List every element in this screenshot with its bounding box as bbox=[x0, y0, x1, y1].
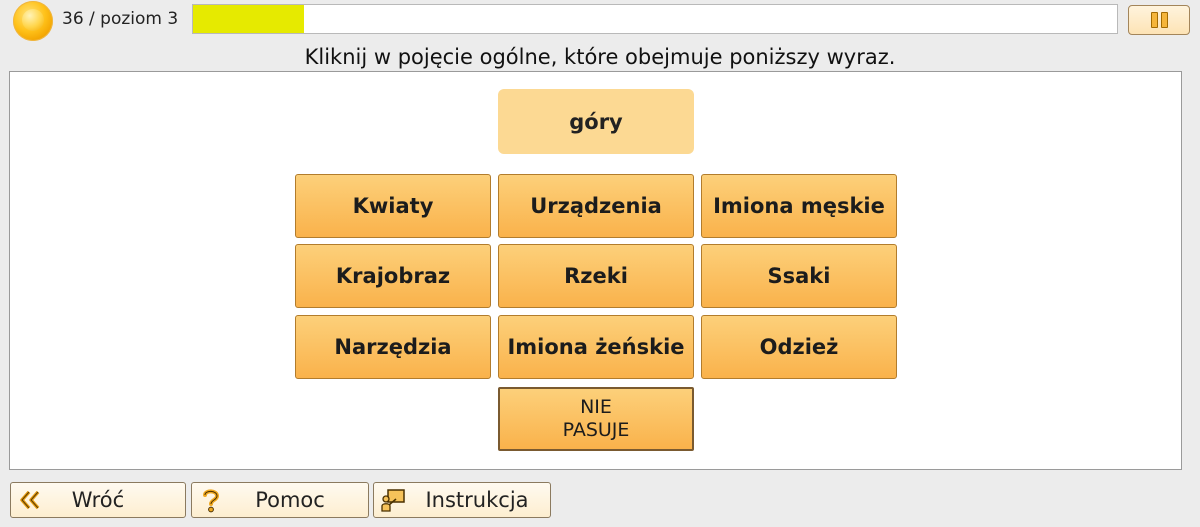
option-button-rzeki[interactable]: Rzeki bbox=[498, 244, 694, 308]
instructions-label: Instrukcja bbox=[425, 488, 529, 512]
target-word-card: góry bbox=[498, 89, 694, 154]
coin-icon bbox=[13, 1, 53, 41]
option-button-urzadzenia[interactable]: Urządzenia bbox=[498, 174, 694, 238]
score-level-label: 36 / poziom 3 bbox=[62, 9, 179, 29]
help-button[interactable]: Pomoc bbox=[191, 482, 369, 518]
option-button-krajobraz[interactable]: Krajobraz bbox=[295, 244, 491, 308]
option-button-narzedzia[interactable]: Narzędzia bbox=[295, 315, 491, 379]
progress-bar bbox=[192, 4, 1118, 34]
doesnt-fit-label-line1: NIE bbox=[580, 396, 612, 418]
instruction-text: Kliknij w pojęcie ogólne, które obejmuje… bbox=[304, 45, 896, 69]
doesnt-fit-label-line2: PASUJE bbox=[562, 419, 630, 441]
pause-button[interactable] bbox=[1128, 5, 1190, 35]
instructions-button[interactable]: Instrukcja bbox=[373, 482, 551, 518]
option-button-imiona-meskie[interactable]: Imiona męskie bbox=[701, 174, 897, 238]
pause-icon-bar bbox=[1160, 12, 1168, 28]
option-button-odziez[interactable]: Odzież bbox=[701, 315, 897, 379]
doesnt-fit-button[interactable]: NIE PASUJE bbox=[498, 387, 694, 451]
progress-fill bbox=[193, 5, 304, 33]
back-button[interactable]: Wróć bbox=[10, 482, 186, 518]
option-button-imiona-zenskie[interactable]: Imiona żeńskie bbox=[498, 315, 694, 379]
pause-icon bbox=[1150, 12, 1158, 28]
help-label: Pomoc bbox=[255, 488, 325, 512]
back-label: Wróć bbox=[71, 488, 125, 512]
option-button-ssaki[interactable]: Ssaki bbox=[701, 244, 897, 308]
presentation-board-icon bbox=[381, 489, 405, 512]
option-button-kwiaty[interactable]: Kwiaty bbox=[295, 174, 491, 238]
